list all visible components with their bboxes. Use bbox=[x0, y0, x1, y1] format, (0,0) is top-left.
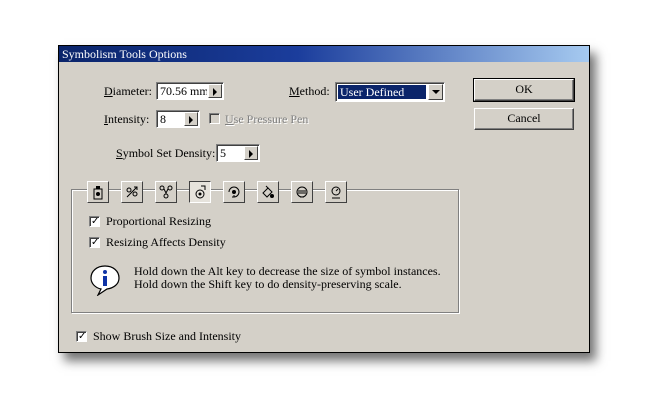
symbolism-tools-options-dialog: Symbolism Tools Options Diameter: 70.56 … bbox=[58, 45, 590, 353]
method-selected-value: User Defined bbox=[338, 85, 426, 99]
proportional-resizing-checkbox[interactable]: ✓ bbox=[89, 216, 100, 227]
density-popup-button[interactable] bbox=[244, 146, 258, 160]
tool-tab-shifter[interactable] bbox=[121, 181, 143, 203]
symbol-styler-icon bbox=[331, 186, 341, 199]
resizing-affects-density-label: Resizing Affects Density bbox=[106, 235, 226, 249]
intensity-popup-button[interactable] bbox=[184, 112, 198, 126]
symbol-shifter-icon bbox=[126, 186, 138, 198]
method-dropdown-button[interactable] bbox=[428, 84, 443, 100]
symbol-scruncher-icon bbox=[159, 185, 173, 199]
tool-tab-stainer[interactable] bbox=[257, 181, 279, 203]
cancel-button[interactable]: Cancel bbox=[474, 108, 574, 130]
intensity-value: 8 bbox=[160, 112, 166, 126]
diameter-value: 70.56 mm bbox=[160, 84, 207, 98]
diameter-popup-button[interactable] bbox=[208, 84, 222, 98]
intensity-field[interactable]: 8 bbox=[156, 110, 200, 128]
tool-tab-sprayer[interactable] bbox=[87, 181, 109, 203]
tool-options-group bbox=[71, 189, 459, 313]
info-text-line2: Hold down the Shift key to do density-pr… bbox=[134, 277, 402, 291]
symbol-sizer-icon bbox=[195, 185, 206, 199]
density-value: 5 bbox=[220, 146, 226, 160]
dialog-title: Symbolism Tools Options bbox=[59, 46, 589, 62]
symbol-stainer-icon bbox=[262, 185, 274, 198]
use-pressure-pen-label: Use Pressure Pen bbox=[225, 112, 309, 126]
tool-tab-spinner[interactable] bbox=[223, 181, 245, 203]
method-select[interactable]: User Defined bbox=[335, 82, 445, 102]
density-field[interactable]: 5 bbox=[216, 144, 260, 162]
diameter-field[interactable]: 70.56 mm bbox=[156, 82, 224, 100]
symbol-screener-icon bbox=[296, 186, 308, 198]
checkmark-icon: ✓ bbox=[91, 237, 100, 248]
info-icon bbox=[90, 265, 120, 296]
show-brush-size-label: Show Brush Size and Intensity bbox=[93, 329, 241, 343]
checkmark-icon: ✓ bbox=[91, 216, 100, 227]
symbol-sprayer-icon bbox=[93, 186, 103, 200]
proportional-resizing-label: Proportional Resizing bbox=[106, 214, 211, 228]
tool-tab-sizer[interactable] bbox=[189, 181, 211, 203]
tool-tab-scruncher[interactable] bbox=[155, 181, 177, 203]
method-label: Method: bbox=[289, 84, 330, 98]
ok-button[interactable]: OK bbox=[473, 78, 575, 102]
tool-tab-styler[interactable] bbox=[325, 181, 347, 203]
diameter-label: Diameter: bbox=[104, 84, 152, 98]
intensity-label: Intensity: bbox=[104, 112, 150, 126]
use-pressure-pen-checkbox[interactable] bbox=[209, 113, 220, 124]
resizing-affects-density-checkbox[interactable]: ✓ bbox=[89, 237, 100, 248]
checkmark-icon: ✓ bbox=[78, 331, 87, 342]
show-brush-size-checkbox[interactable]: ✓ bbox=[76, 331, 87, 342]
symbol-set-density-label: Symbol Set Density: bbox=[116, 146, 216, 160]
symbol-spinner-icon bbox=[228, 186, 240, 198]
tool-tab-screener[interactable] bbox=[291, 181, 313, 203]
